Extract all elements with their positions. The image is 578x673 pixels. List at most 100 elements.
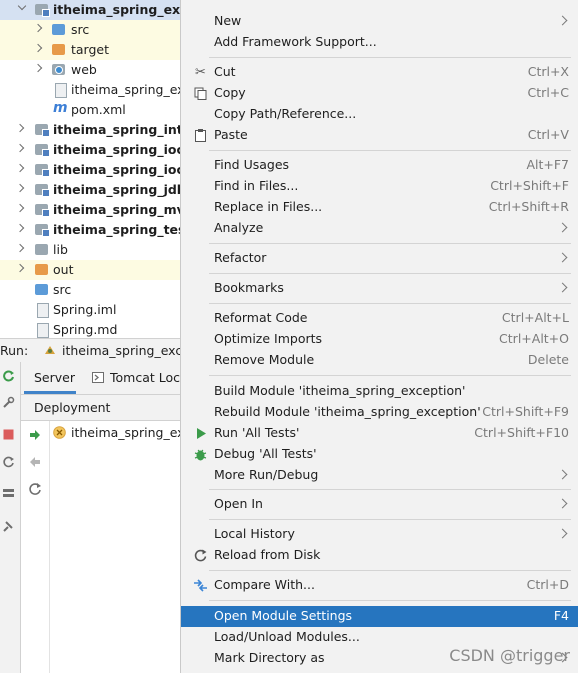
menu-separator <box>209 303 571 304</box>
pin-icon[interactable] <box>2 520 15 533</box>
menu-item-build-module[interactable]: Build Module 'itheima_spring_exception' <box>181 381 578 402</box>
submenu-arrow-icon <box>557 15 568 26</box>
menu-item-shortcut: Ctrl+C <box>527 85 569 100</box>
run-label: Run: <box>0 343 29 358</box>
tree-item-module-mvc[interactable]: itheima_spring_mvc <box>0 200 182 220</box>
menu-item-refactor[interactable]: Refactor <box>181 248 578 269</box>
tree-item-module-interceptor[interactable]: itheima_spring_interceptor <box>0 120 182 140</box>
menu-item-shortcut: Ctrl+Shift+F9 <box>482 404 569 419</box>
menu-item-optimize-imports[interactable]: Optimize Imports Ctrl+Alt+O <box>181 329 578 350</box>
chevron-right-icon[interactable] <box>15 183 25 193</box>
chevron-down-icon[interactable] <box>17 1 27 11</box>
tab-server[interactable]: Server <box>34 370 75 385</box>
source-folder-icon <box>35 284 48 295</box>
menu-item-open-module-settings[interactable]: Open Module Settings F4 <box>181 606 578 627</box>
chevron-right-icon[interactable] <box>15 223 25 233</box>
chevron-right-icon[interactable] <box>15 243 25 253</box>
run-tabs: Server Tomcat Localhost Log <box>21 362 182 395</box>
run-icon <box>197 428 206 439</box>
tree-item-spring-md[interactable]: Spring.md <box>0 320 182 338</box>
menu-item-find-in-files[interactable]: Find in Files... Ctrl+Shift+F <box>181 176 578 197</box>
context-menu: New Add Framework Support... ✂ Cut Ctrl+… <box>180 0 578 673</box>
paste-icon <box>195 129 206 142</box>
tree-item-iml[interactable]: itheima_spring_exception.iml <box>0 80 182 100</box>
menu-separator <box>209 489 571 490</box>
menu-item-find-usages[interactable]: Find Usages Alt+F7 <box>181 155 578 176</box>
menu-item-reformat-code[interactable]: Reformat Code Ctrl+Alt+L <box>181 308 578 329</box>
excluded-folder-icon <box>52 44 65 55</box>
menu-item-label: Build Module 'itheima_spring_exception' <box>214 383 466 398</box>
menu-item-label: Copy Path/Reference... <box>214 106 357 121</box>
reload-icon <box>194 549 207 562</box>
menu-item-compare-with[interactable]: Compare With... Ctrl+D <box>181 575 578 596</box>
menu-item-load-unload-modules[interactable]: Load/Unload Modules... <box>181 627 578 648</box>
maven-icon: m <box>53 100 68 116</box>
deployment-item[interactable]: itheima_spring_exception:war exploded <box>50 423 182 443</box>
menu-item-local-history[interactable]: Local History <box>181 524 578 545</box>
menu-item-copy-path[interactable]: Copy Path/Reference... <box>181 104 578 125</box>
undeploy-icon[interactable] <box>28 456 42 470</box>
menu-item-label: Find Usages <box>214 157 290 172</box>
tree-item-root-src[interactable]: src <box>0 280 182 300</box>
chevron-right-icon[interactable] <box>15 163 25 173</box>
watermark: CSDN @trigger <box>449 646 570 665</box>
menu-item-copy[interactable]: Copy Ctrl+C <box>181 83 578 104</box>
restart-icon[interactable] <box>2 456 15 469</box>
deployment-list: itheima_spring_exception:war exploded <box>50 421 182 673</box>
tree-item-label: web <box>71 62 97 77</box>
tree-item-out[interactable]: out <box>0 260 182 280</box>
menu-item-label: Load/Unload Modules... <box>214 629 360 644</box>
chevron-right-icon[interactable] <box>33 63 43 73</box>
wrench-icon[interactable] <box>2 396 15 409</box>
menu-item-bookmarks[interactable]: Bookmarks <box>181 278 578 299</box>
menu-item-shortcut: Ctrl+Alt+L <box>501 310 569 325</box>
tree-item-module-ioc-anno[interactable]: itheima_spring_ioc_anno <box>0 160 182 180</box>
tree-item-pom[interactable]: m pom.xml <box>0 100 182 120</box>
tree-item-label: itheima_spring_jdbc <box>53 182 182 197</box>
tree-item-module-ioc[interactable]: itheima_spring_ioc <box>0 140 182 160</box>
menu-item-new[interactable]: New <box>181 11 578 32</box>
menu-item-shortcut: Alt+F7 <box>526 157 569 172</box>
chevron-right-icon[interactable] <box>15 123 25 133</box>
chevron-right-icon[interactable] <box>15 203 25 213</box>
tree-item-src[interactable]: src <box>0 20 182 40</box>
menu-item-analyze[interactable]: Analyze <box>181 218 578 239</box>
refresh-icon[interactable] <box>28 482 42 496</box>
menu-item-reload-from-disk[interactable]: Reload from Disk <box>181 545 578 566</box>
menu-item-run-all-tests[interactable]: Run 'All Tests' Ctrl+Shift+F10 <box>181 423 578 444</box>
stop-icon[interactable] <box>2 428 15 441</box>
tree-item-spring-iml[interactable]: Spring.iml <box>0 300 182 320</box>
menu-item-open-in[interactable]: Open In <box>181 494 578 515</box>
rerun-icon[interactable] <box>2 370 15 383</box>
tree-item-module-exception[interactable]: itheima_spring_exception <box>0 0 182 20</box>
chevron-right-icon[interactable] <box>33 23 43 33</box>
menu-item-shortcut: Ctrl+Shift+F <box>490 178 569 193</box>
menu-item-shortcut: Ctrl+Shift+F10 <box>474 425 569 440</box>
module-folder-icon <box>35 124 50 137</box>
tree-item-label: itheima_spring_interceptor <box>53 122 182 137</box>
log-icon <box>92 372 104 383</box>
tree-item-target[interactable]: target <box>0 40 182 60</box>
chevron-right-icon[interactable] <box>15 263 25 273</box>
module-folder-icon <box>35 164 50 177</box>
tab-tomcat-localhost-log[interactable]: Tomcat Localhost Log <box>110 370 182 385</box>
menu-item-rebuild-module[interactable]: Rebuild Module 'itheima_spring_exception… <box>181 402 578 423</box>
menu-item-remove-module[interactable]: Remove Module Delete <box>181 350 578 371</box>
tree-item-module-jdbc[interactable]: itheima_spring_jdbc <box>0 180 182 200</box>
run-config-tab[interactable]: itheima_spring_exception <box>62 343 182 358</box>
menu-item-add-framework-support[interactable]: Add Framework Support... <box>181 32 578 53</box>
menu-item-debug-all-tests[interactable]: Debug 'All Tests' <box>181 444 578 465</box>
menu-item-paste[interactable]: Paste Ctrl+V <box>181 125 578 146</box>
menu-item-more-run-debug[interactable]: More Run/Debug <box>181 465 578 486</box>
chevron-right-icon[interactable] <box>15 143 25 153</box>
menu-item-cut[interactable]: ✂ Cut Ctrl+X <box>181 62 578 83</box>
menu-item-replace-in-files[interactable]: Replace in Files... Ctrl+Shift+R <box>181 197 578 218</box>
tree-item-lib[interactable]: lib <box>0 240 182 260</box>
layout-icon[interactable] <box>2 486 15 499</box>
tree-item-web[interactable]: web <box>0 60 182 80</box>
menu-separator <box>209 243 571 244</box>
tree-item-module-test[interactable]: itheima_spring_test <box>0 220 182 240</box>
deploy-all-icon[interactable] <box>28 429 42 443</box>
chevron-right-icon[interactable] <box>33 43 43 53</box>
folder-icon <box>35 244 48 255</box>
